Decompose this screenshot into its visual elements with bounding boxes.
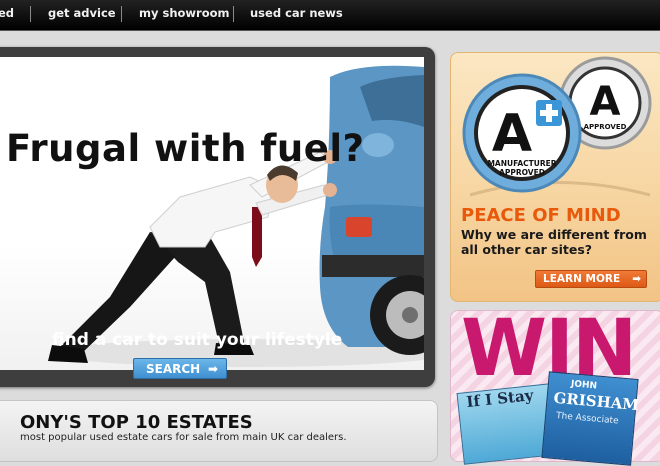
- nav-item-used-car-news[interactable]: used car news: [250, 0, 343, 28]
- top-navigation: ed get advice my showroom used car news: [0, 0, 660, 31]
- nav-separator: [30, 6, 31, 22]
- book-cover-the-associate: JOHN GRISHAM The Associate: [541, 371, 640, 466]
- nav-item-my-showroom[interactable]: my showroom: [139, 0, 230, 28]
- nav-separator: [233, 6, 234, 22]
- hero-image[interactable]: Frugal with fuel?: [0, 57, 424, 370]
- arrow-right-icon: ➡: [207, 362, 218, 376]
- learn-more-label: LEARN MORE: [543, 273, 621, 285]
- svg-text:MANUFACTURER: MANUFACTURER: [487, 159, 556, 168]
- nav-item-get-advice[interactable]: get advice: [48, 0, 116, 28]
- top10-subtitle: most popular used estate cars for sale f…: [20, 432, 347, 443]
- svg-text:A: A: [492, 104, 532, 164]
- svg-text:APPROVED: APPROVED: [499, 168, 545, 177]
- nav-item-feed[interactable]: ed: [0, 0, 14, 28]
- learn-more-button[interactable]: LEARN MORE ➡: [535, 270, 647, 288]
- peace-of-mind-text: Why we are different from all other car …: [461, 227, 647, 257]
- nav-separator: [121, 6, 122, 22]
- hero-tagline: find a car to suit your lifestyle: [52, 330, 343, 350]
- search-button[interactable]: SEARCH ➡: [133, 358, 227, 379]
- book2-author-last: GRISHAM: [552, 388, 640, 415]
- book1-title: If I Stay: [465, 386, 535, 412]
- peace-of-mind-heading: PEACE OF MIND: [461, 205, 621, 226]
- search-button-label: SEARCH: [146, 362, 201, 376]
- hero-headline: Frugal with fuel?: [6, 127, 365, 170]
- svg-text:A: A: [590, 79, 621, 125]
- arrow-right-icon: ➡: [632, 273, 641, 285]
- book2-title: The Associate: [555, 411, 619, 427]
- man-pushing-car-illustration: [48, 65, 424, 367]
- top10-title[interactable]: ONY'S TOP 10 ESTATES: [20, 412, 253, 433]
- svg-text:APPROVED: APPROVED: [584, 123, 627, 131]
- approved-badges-logo: A APPROVED A MANUFACTURER APPROVED: [462, 56, 652, 197]
